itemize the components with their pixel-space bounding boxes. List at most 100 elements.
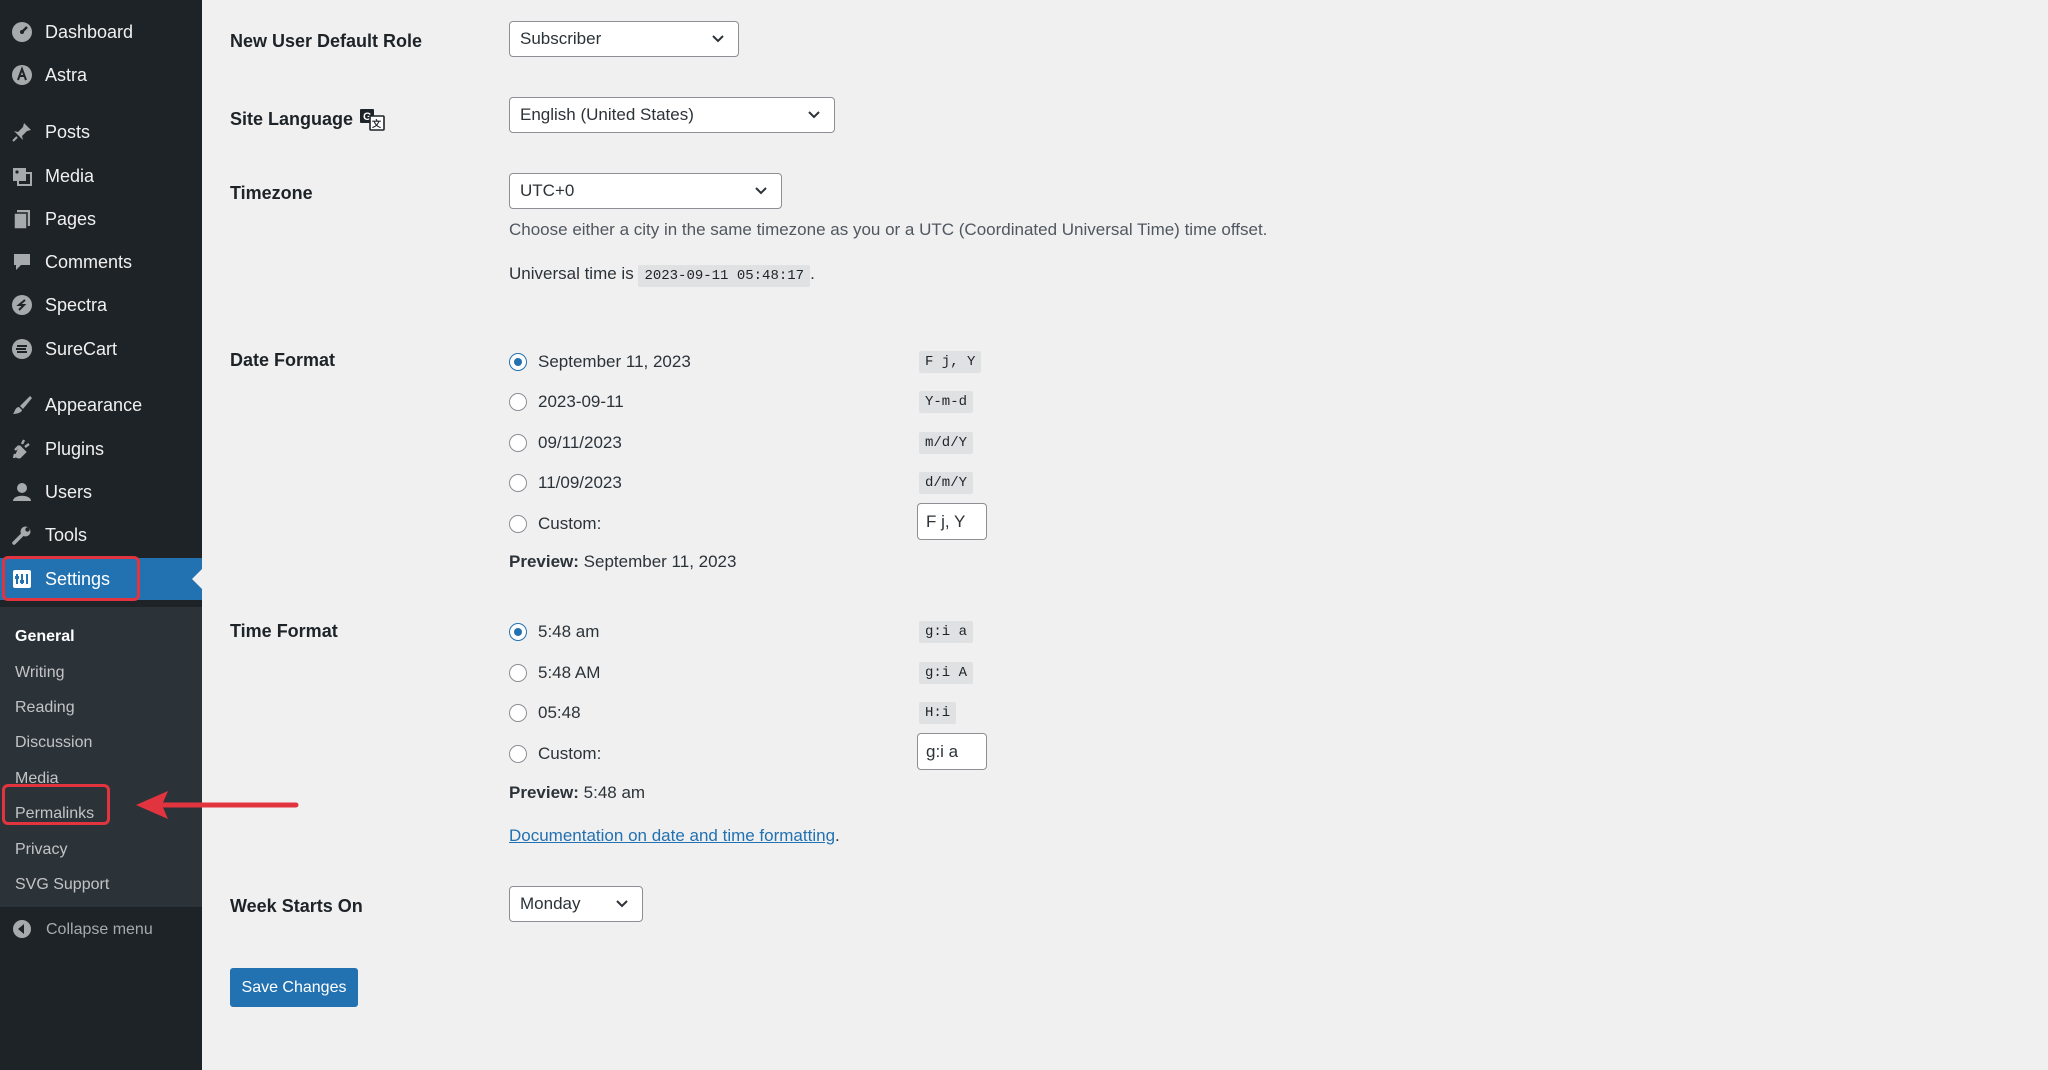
documentation-link[interactable]: Documentation on date and time formattin… xyxy=(509,826,835,845)
sidebar-item-comments[interactable]: Comments xyxy=(0,242,202,282)
sidebar-item-spectra[interactable]: Spectra xyxy=(0,285,202,325)
wrench-icon xyxy=(10,523,34,547)
default-role-label: New User Default Role xyxy=(230,31,423,51)
date-format-option-label: 2023-09-11 xyxy=(538,392,624,411)
chevron-down-icon xyxy=(755,187,767,195)
time-format-custom-input[interactable]: g:i a xyxy=(917,733,987,770)
date-format-custom-option[interactable]: Custom: xyxy=(509,510,601,538)
site-language-row-label: Site Language G 文 xyxy=(230,107,385,131)
time-preview-label: Preview: xyxy=(509,783,579,802)
settings-highlight-box xyxy=(2,556,140,601)
sidebar-item-dashboard[interactable]: Dashboard xyxy=(0,12,202,52)
site-language-select[interactable]: English (United States) xyxy=(509,97,835,133)
sidebar-item-label: Astra xyxy=(45,64,88,85)
time-format-option-label: 05:48 xyxy=(538,703,581,722)
sidebar-item-label: Tools xyxy=(45,524,88,545)
sidebar-item-label: Posts xyxy=(45,121,91,142)
sidebar-item-surecart[interactable]: SureCart xyxy=(0,329,202,369)
site-language-value: English (United States) xyxy=(520,105,694,124)
timezone-label: Timezone xyxy=(230,183,313,203)
sidebar-item-label: Dashboard xyxy=(45,21,134,42)
sidebar-item-label: Pages xyxy=(45,208,97,229)
time-format-code: g:i A xyxy=(919,662,974,684)
radio-button[interactable] xyxy=(509,474,527,492)
week-starts-select[interactable]: Monday xyxy=(509,886,643,922)
universal-time-value: 2023-09-11 05:48:17 xyxy=(638,265,811,287)
sidebar-item-media[interactable]: Media xyxy=(0,156,202,196)
brush-icon xyxy=(10,393,34,417)
time-format-custom-option[interactable]: Custom: xyxy=(509,740,601,768)
sidebar-item-tools[interactable]: Tools xyxy=(0,515,202,555)
date-format-option[interactable]: 2023-09-11 xyxy=(509,388,624,416)
date-format-option[interactable]: 11/09/2023 xyxy=(509,469,622,497)
sidebar-item-pages[interactable]: Pages xyxy=(0,199,202,239)
radio-button[interactable] xyxy=(509,434,527,452)
date-format-custom-input[interactable]: F j, Y xyxy=(917,503,987,540)
radio-button[interactable] xyxy=(509,745,527,763)
default-role-value: Subscriber xyxy=(520,29,602,48)
time-format-option[interactable]: 5:48 AM xyxy=(509,659,600,687)
time-format-custom-label: Custom: xyxy=(538,744,602,763)
submenu-item-writing[interactable]: Writing xyxy=(15,661,65,685)
date-preview-value: September 11, 2023 xyxy=(583,552,737,571)
chevron-down-icon xyxy=(616,900,628,908)
sidebar-item-label: Plugins xyxy=(45,438,105,459)
date-format-code: d/m/Y xyxy=(919,472,974,494)
date-format-label: Date Format xyxy=(230,350,336,370)
sidebar-item-astra[interactable]: Astra xyxy=(0,55,202,95)
site-language-label: Site Language xyxy=(230,108,354,129)
date-format-custom-label: Custom: xyxy=(538,514,602,533)
plugin-icon xyxy=(10,437,34,461)
time-preview-value: 5:48 am xyxy=(583,783,646,802)
sidebar-item-posts[interactable]: Posts xyxy=(0,112,202,152)
astra-icon xyxy=(10,63,34,87)
admin-sidebar: Dashboard Astra Posts Media Pages Commen… xyxy=(0,0,202,1070)
submenu-item-privacy[interactable]: Privacy xyxy=(15,838,67,862)
save-changes-button[interactable]: Save Changes xyxy=(230,968,358,1007)
universal-time-prefix: Universal time is xyxy=(509,264,634,283)
active-caret xyxy=(192,569,202,589)
time-format-code: H:i xyxy=(919,702,957,724)
dashboard-icon xyxy=(10,20,34,44)
radio-button[interactable] xyxy=(509,623,527,641)
time-format-option[interactable]: 5:48 am xyxy=(509,618,599,646)
sidebar-item-label: SureCart xyxy=(45,338,118,359)
doc-link-line: Documentation on date and time formattin… xyxy=(509,826,840,846)
date-format-option[interactable]: September 11, 2023 xyxy=(509,348,691,376)
collapse-menu-button[interactable]: Collapse menu xyxy=(0,912,202,948)
collapse-arrow-icon xyxy=(12,919,34,941)
svg-text:文: 文 xyxy=(371,118,382,129)
time-format-code: g:i a xyxy=(919,621,974,643)
submenu-item-reading[interactable]: Reading xyxy=(15,696,75,720)
collapse-menu-label: Collapse menu xyxy=(46,921,153,938)
sidebar-item-appearance[interactable]: Appearance xyxy=(0,385,202,425)
sidebar-item-users[interactable]: Users xyxy=(0,472,202,512)
sidebar-item-plugins[interactable]: Plugins xyxy=(0,429,202,469)
submenu-item-svg-support[interactable]: SVG Support xyxy=(15,873,109,897)
pages-icon xyxy=(10,207,34,231)
time-format-option-label: 5:48 AM xyxy=(538,663,601,682)
radio-button[interactable] xyxy=(509,353,527,371)
doc-link-suffix: . xyxy=(835,826,840,845)
radio-button[interactable] xyxy=(509,664,527,682)
time-format-option-label: 5:48 am xyxy=(538,622,600,641)
time-format-option[interactable]: 05:48 xyxy=(509,699,581,727)
date-format-preview: Preview: September 11, 2023 xyxy=(509,552,736,572)
submenu-item-general[interactable]: General xyxy=(15,625,75,649)
radio-button[interactable] xyxy=(509,515,527,533)
settings-submenu: General Writing Reading Discussion Media… xyxy=(0,607,202,907)
sidebar-item-label: Spectra xyxy=(45,294,108,315)
date-format-code: Y-m-d xyxy=(919,391,974,413)
sidebar-item-label: Media xyxy=(45,165,95,186)
pin-icon xyxy=(10,120,34,144)
sidebar-item-label: Appearance xyxy=(45,394,143,415)
date-format-option[interactable]: 09/11/2023 xyxy=(509,429,622,457)
time-format-preview: Preview: 5:48 am xyxy=(509,783,645,803)
timezone-select[interactable]: UTC+0 xyxy=(509,173,782,209)
radio-button[interactable] xyxy=(509,393,527,411)
submenu-item-discussion[interactable]: Discussion xyxy=(15,731,92,755)
default-role-select[interactable]: Subscriber xyxy=(509,21,739,57)
timezone-description: Choose either a city in the same timezon… xyxy=(509,220,1268,239)
radio-button[interactable] xyxy=(509,704,527,722)
date-format-option-label: 09/11/2023 xyxy=(538,433,622,452)
